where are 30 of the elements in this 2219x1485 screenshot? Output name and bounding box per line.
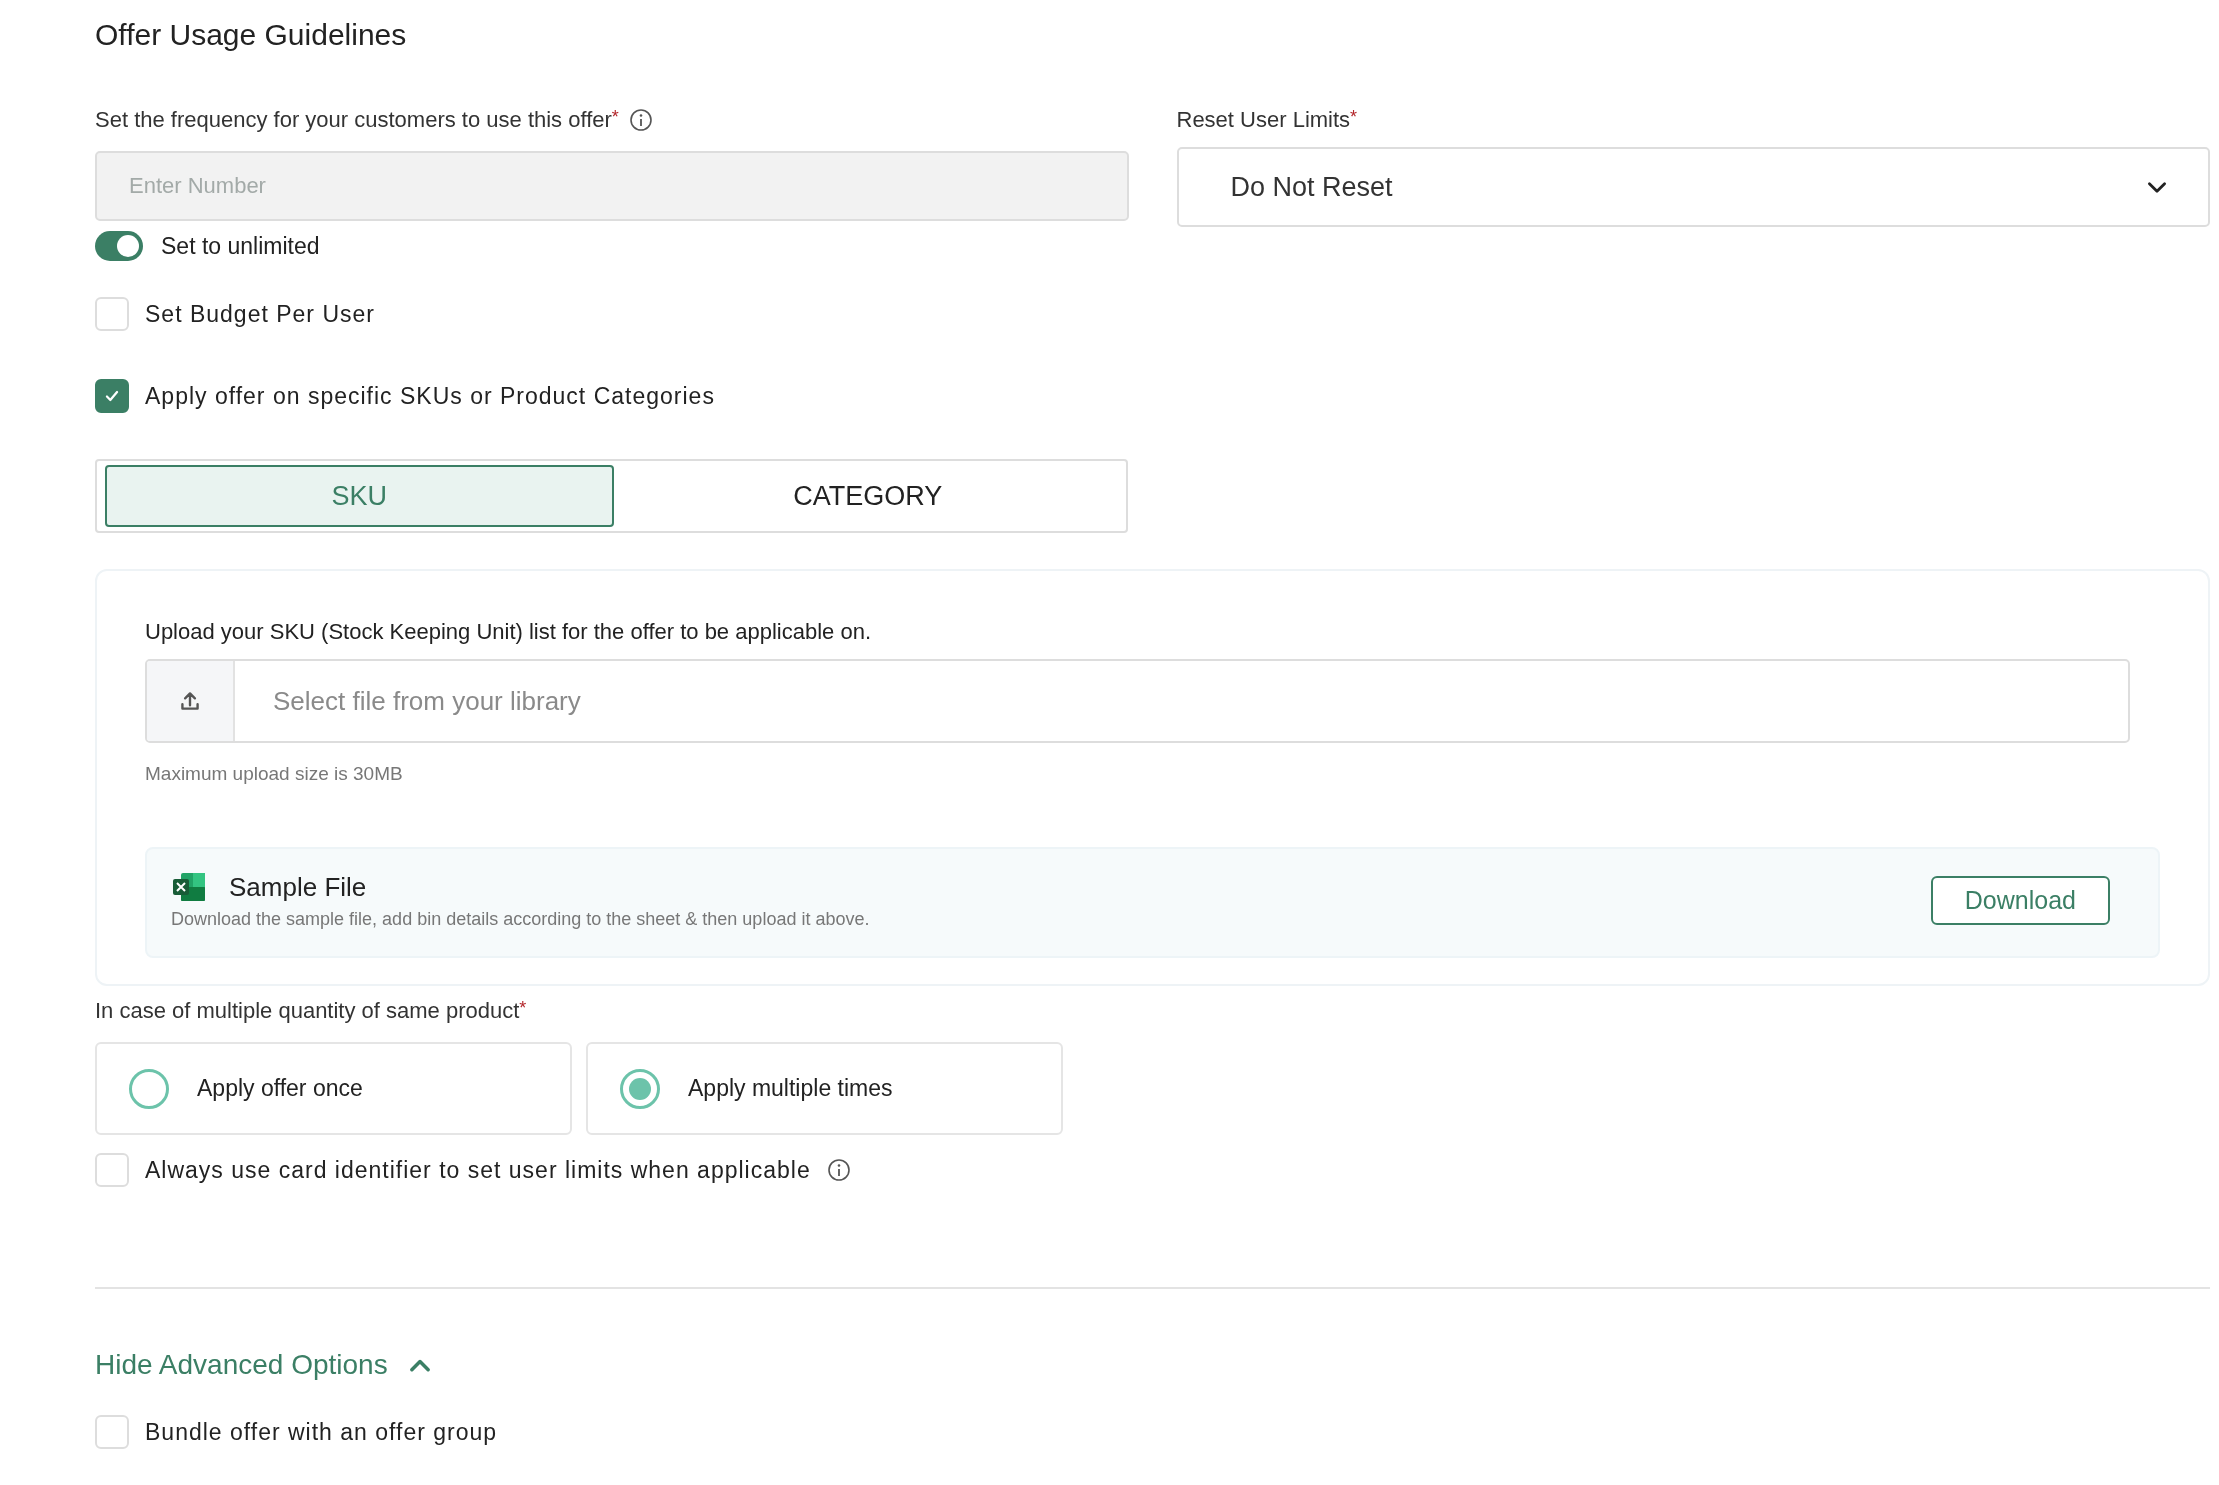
info-icon[interactable] [826, 1158, 851, 1182]
upload-hint: Maximum upload size is 30MB [145, 763, 404, 785]
toggle-label: Set to unlimited [161, 232, 320, 260]
field-label: Reset User Limits [1176, 107, 1351, 133]
field-label: Set the frequency for your customers to use this offer [95, 107, 612, 133]
checkbox-label: Bundle offer with an offer group [145, 1418, 498, 1446]
radio-option[interactable]: Apply multiple times [586, 1042, 1063, 1135]
info-icon[interactable] [628, 108, 653, 132]
advanced-options-toggle[interactable]: Hide Advanced Options [95, 1349, 434, 1381]
radio-button[interactable] [620, 1068, 660, 1109]
field-label: In case of multiple quantity of same product [95, 998, 520, 1024]
spreadsheet-icon [171, 871, 207, 903]
upload-label: Upload your SKU (Stock Keeping Unit) list for the offer to be applicable on. [145, 619, 872, 645]
required-mark: * [519, 998, 527, 1018]
radio-button[interactable] [129, 1068, 169, 1109]
toggle-switch[interactable] [95, 231, 143, 261]
required-mark: * [1350, 107, 1358, 128]
required-mark: * [611, 107, 619, 128]
sample-file-title: Sample File [229, 871, 367, 903]
reset-dropdown[interactable]: Do Not Reset [1176, 147, 2210, 227]
checkbox[interactable] [95, 379, 129, 413]
section-title: Offer Usage Guidelines [95, 18, 408, 52]
tab[interactable]: SKU [105, 465, 614, 527]
radio-option[interactable]: Apply offer once [95, 1042, 572, 1135]
checkbox-label: Always use card identifier to set user limits when applicable [145, 1156, 811, 1184]
checkbox-label: Apply offer on specific SKUs or Product Categories [145, 382, 715, 410]
sample-file-description: Download the sample file, add bin details according to the sheet & then upload it above. [171, 909, 870, 930]
download-button[interactable]: Download [1930, 876, 2110, 925]
checkbox-label: Set Budget Per User [145, 300, 375, 328]
number-input-field[interactable]: Enter Number [95, 151, 1129, 221]
